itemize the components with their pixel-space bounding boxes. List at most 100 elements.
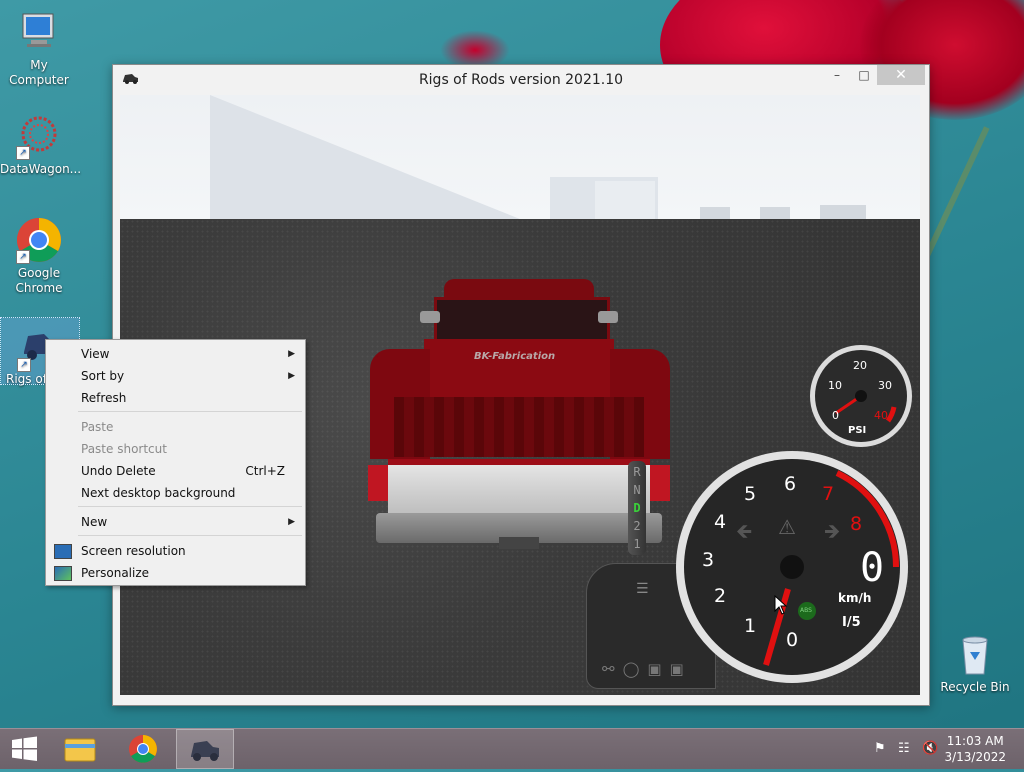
right-turn-signal-icon: 🡺 xyxy=(824,519,841,543)
action-center-flag-icon[interactable]: ⚑ xyxy=(874,741,886,756)
terrain-building xyxy=(595,181,655,219)
pressure-gauge: 0 10 20 30 40 PSI xyxy=(808,343,914,449)
desktop-icon-datawagon[interactable]: ↗ DataWagon... xyxy=(0,112,82,177)
mouse-cursor-icon xyxy=(774,594,788,618)
menu-item-sort-by[interactable]: Sort by ▶ xyxy=(48,365,303,387)
pressure-tick-40: 40 xyxy=(874,409,888,422)
pressure-unit: PSI xyxy=(848,425,867,436)
personalize-icon xyxy=(54,566,72,581)
rpm-tick-4: 4 xyxy=(714,511,727,533)
menu-item-paste-shortcut[interactable]: Paste shortcut xyxy=(48,438,303,460)
desktop-icon-label: Recycle Bin xyxy=(940,680,1010,694)
monitor-icon xyxy=(54,544,72,559)
rpm-tick-0: 0 xyxy=(786,629,799,651)
submenu-arrow-icon: ▶ xyxy=(288,517,295,527)
truck-mirror-left xyxy=(420,311,440,323)
submenu-arrow-icon: ▶ xyxy=(288,371,295,381)
taskbar-chrome[interactable] xyxy=(114,729,172,769)
shortcut-arrow-icon: ↗ xyxy=(17,358,31,372)
truck-tailgate xyxy=(388,459,650,515)
desktop-icon-recycle-bin[interactable]: Recycle Bin xyxy=(936,630,1014,695)
gear-n: N xyxy=(633,483,641,497)
sky xyxy=(120,95,920,223)
taskbar-rigs-of-rods[interactable] xyxy=(176,729,234,769)
desktop-icon-my-computer[interactable]: My Computer xyxy=(0,8,78,88)
terrain-building xyxy=(700,207,730,219)
menu-item-label: Sort by xyxy=(81,369,125,383)
menu-separator xyxy=(78,411,302,412)
menu-item-paste[interactable]: Paste xyxy=(48,416,303,438)
headlight-icon: ☰ xyxy=(636,581,649,597)
pressure-tick-20: 20 xyxy=(853,359,867,372)
truck-taillight-right xyxy=(650,465,670,501)
window-title: Rigs of Rods version 2021.10 xyxy=(418,72,624,88)
pressure-tick-10: 10 xyxy=(828,379,842,392)
rpm-tick-2: 2 xyxy=(714,585,727,607)
chrome-icon: ↗ xyxy=(15,216,63,264)
gear-2: 2 xyxy=(633,519,641,533)
desktop-context-menu[interactable]: View ▶ Sort by ▶ Refresh Paste Paste sho… xyxy=(45,339,306,586)
system-clock[interactable]: 11:03 AM 3/13/2022 xyxy=(944,733,1006,765)
menu-item-label: Personalize xyxy=(81,566,150,580)
menu-item-label: Next desktop background xyxy=(81,486,236,500)
menu-separator xyxy=(78,506,302,507)
close-button[interactable]: ✕ xyxy=(877,65,925,85)
pressure-tick-30: 30 xyxy=(878,379,892,392)
pressure-tick-0: 0 xyxy=(832,409,839,422)
rpm-tick-1: 1 xyxy=(744,615,757,637)
computer-icon xyxy=(15,8,63,56)
menu-item-refresh[interactable]: Refresh xyxy=(48,387,303,409)
datawagon-icon: ↗ xyxy=(15,112,63,160)
minimize-button[interactable]: – xyxy=(827,65,847,85)
gear-ratio: I/5 xyxy=(842,615,861,630)
rpm-tick-7: 7 xyxy=(822,483,835,505)
abs-indicator: ABS xyxy=(800,607,812,614)
clock-time: 11:03 AM xyxy=(946,734,1004,748)
menu-item-undo-delete[interactable]: Undo Delete Ctrl+Z xyxy=(48,460,303,482)
tailgate-logo: BK-Fabrication xyxy=(474,351,556,362)
volume-muted-icon[interactable]: 🔇 xyxy=(922,741,938,756)
terrain-building xyxy=(820,205,866,219)
menu-item-label: Paste shortcut xyxy=(81,442,167,456)
desktop-icon-label: My Computer xyxy=(9,58,69,87)
menu-item-label: Paste xyxy=(81,420,114,434)
rpm-tick-5: 5 xyxy=(744,483,757,505)
left-turn-signal-icon: 🡸 xyxy=(736,519,753,543)
menu-item-label: View xyxy=(81,347,110,361)
menu-item-screen-resolution[interactable]: Screen resolution xyxy=(48,540,303,562)
brake-warning-icon: ⚠ xyxy=(778,515,796,539)
folder-icon xyxy=(64,738,96,762)
rpm-tick-3: 3 xyxy=(702,549,715,571)
desktop-icon-google-chrome[interactable]: ↗ Google Chrome xyxy=(0,216,78,296)
terrain-mountain xyxy=(210,95,530,223)
menu-item-new[interactable]: New ▶ xyxy=(48,511,303,533)
menu-item-next-desktop-background[interactable]: Next desktop background xyxy=(48,482,303,504)
title-bar[interactable]: Rigs of Rods version 2021.10 – □ ✕ xyxy=(113,65,929,95)
speed-unit: km/h xyxy=(838,591,872,605)
start-button[interactable] xyxy=(0,729,58,769)
taskbar-file-explorer[interactable] xyxy=(52,729,110,769)
gear-r: R xyxy=(633,465,641,479)
menu-item-label: Undo Delete xyxy=(81,464,156,478)
gear-indicator: R N D 2 1 xyxy=(628,461,646,555)
network-icon[interactable]: ☷ xyxy=(898,741,910,756)
rpm-tick-6: 6 xyxy=(784,473,797,495)
chrome-icon xyxy=(129,735,157,763)
truck-mirror-right xyxy=(598,311,618,323)
maximize-button[interactable]: □ xyxy=(853,65,875,85)
desktop-icon-label: Google Chrome xyxy=(15,266,63,295)
menu-item-personalize[interactable]: Personalize xyxy=(48,562,303,584)
desktop[interactable]: My Computer ↗ DataWagon... ↗ Google Chro… xyxy=(0,0,1024,728)
shortcut-arrow-icon: ↗ xyxy=(16,146,30,160)
menu-item-shortcut: Ctrl+Z xyxy=(245,464,285,478)
recycle-bin-icon xyxy=(951,630,999,678)
truck-cab-roof xyxy=(444,279,594,299)
clock-date: 3/13/2022 xyxy=(944,750,1006,764)
menu-item-view[interactable]: View ▶ xyxy=(48,343,303,365)
truck-taillight-left xyxy=(368,465,388,501)
truck-rear-window xyxy=(434,297,610,343)
desktop-icon-label: DataWagon... xyxy=(0,162,82,176)
shortcut-arrow-icon: ↗ xyxy=(16,250,30,264)
speed-readout: 0 xyxy=(860,545,885,591)
menu-item-label: Screen resolution xyxy=(81,544,186,558)
